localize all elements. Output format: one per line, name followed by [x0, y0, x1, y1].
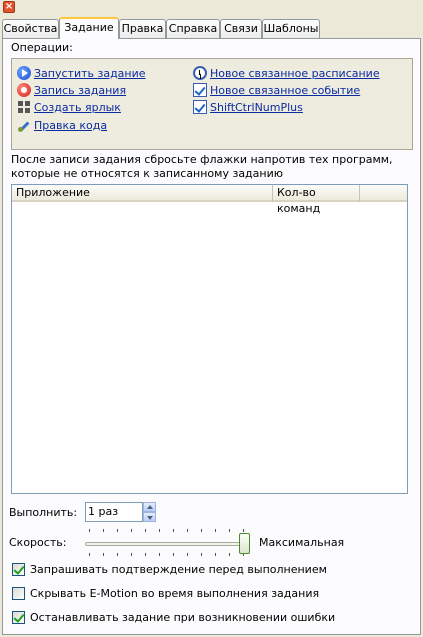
speed-label: Скорость: [9, 536, 67, 549]
create-shortcut-link[interactable]: Создать ярлык [17, 99, 121, 115]
title-bar: × [0, 0, 423, 14]
slider-tick [187, 553, 188, 556]
slider-tick [243, 529, 244, 532]
slider-tick [103, 529, 104, 532]
record-task-link[interactable]: Запись задания [17, 82, 126, 98]
hotkey-icon [193, 100, 207, 114]
stop-on-error-checkbox[interactable] [12, 611, 25, 624]
task-panel: Операции: Запустить задание Запись задан… [2, 38, 421, 635]
slider-tick [131, 553, 132, 556]
slider-tick [159, 529, 160, 532]
spin-down-icon[interactable] [143, 512, 156, 522]
new-schedule-link[interactable]: Новое связанное расписание [193, 65, 380, 81]
tab-edit[interactable]: Правка [119, 19, 166, 38]
slider-tick [145, 553, 146, 556]
stop-on-error-label[interactable]: Останавливать задание при возникновении … [30, 611, 335, 624]
slider-tick [173, 529, 174, 532]
tab-task[interactable]: Задание [59, 17, 119, 39]
tab-links[interactable]: Связи [220, 19, 262, 38]
slider-tick [201, 529, 202, 532]
spin-up-icon[interactable] [143, 502, 156, 512]
record-task-label: Запись задания [34, 83, 127, 97]
slider-tick [187, 529, 188, 532]
speed-slider-track[interactable] [85, 542, 249, 546]
tab-templates[interactable]: Шаблоны [262, 19, 320, 38]
confirm-before-run-label[interactable]: Запрашивать подтверждение перед выполнен… [30, 563, 327, 576]
execute-spinner [143, 502, 156, 522]
close-icon[interactable]: × [3, 1, 15, 13]
applications-list[interactable]: Приложение Кол-во команд [11, 184, 408, 494]
play-icon [17, 66, 31, 80]
speed-slider-thumb[interactable] [239, 533, 250, 554]
operations-label: Операции: [11, 41, 73, 54]
operations-box: Запустить задание Запись задания Создать… [11, 58, 413, 150]
hotkey-label: ShiftCtrlNumPlus [210, 100, 303, 114]
slider-tick [117, 553, 118, 556]
create-shortcut-label: Создать ярлык [34, 100, 121, 114]
hide-emotion-label[interactable]: Скрывать E-Motion во время выполнения за… [30, 587, 319, 600]
slider-tick [201, 553, 202, 556]
slider-tick [215, 553, 216, 556]
confirm-before-run-checkbox[interactable] [12, 563, 25, 576]
slider-tick [89, 553, 90, 556]
slider-tick [229, 529, 230, 532]
new-schedule-label: Новое связанное расписание [210, 66, 380, 80]
slider-tick [131, 529, 132, 532]
edit-code-label: Правка кода [34, 118, 108, 132]
edit-code-icon [17, 118, 31, 132]
slider-tick [215, 529, 216, 532]
edit-code-link[interactable]: Правка кода [17, 117, 107, 133]
record-icon [17, 83, 31, 97]
schedule-icon [193, 66, 207, 80]
notice-line-2: которые не относятся к записанному задан… [11, 167, 284, 180]
slider-tick [145, 529, 146, 532]
hide-emotion-checkbox[interactable] [12, 587, 25, 600]
slider-tick [117, 529, 118, 532]
column-command-count[interactable]: Кол-во команд [273, 185, 360, 215]
slider-tick [229, 553, 230, 556]
list-header: Приложение Кол-во команд [12, 185, 407, 215]
event-icon [193, 83, 207, 97]
slider-tick [103, 553, 104, 556]
run-task-link[interactable]: Запустить задание [17, 65, 146, 81]
slider-tick [159, 553, 160, 556]
shortcut-icon [17, 100, 31, 114]
column-application[interactable]: Приложение [12, 185, 273, 202]
execute-count-input[interactable]: 1 раз [85, 502, 143, 522]
new-event-label: Новое связанное событие [210, 83, 361, 97]
new-event-link[interactable]: Новое связанное событие [193, 82, 360, 98]
tab-properties[interactable]: Свойства [2, 19, 59, 38]
notice-line-1: После записи задания сбросьте флажки нап… [11, 153, 393, 166]
tab-help[interactable]: Справка [166, 19, 220, 38]
slider-tick [173, 553, 174, 556]
run-task-label: Запустить задание [34, 66, 146, 80]
hotkey-link[interactable]: ShiftCtrlNumPlus [193, 99, 303, 115]
slider-tick [89, 529, 90, 532]
speed-value-label: Максимальная [259, 536, 345, 549]
execute-label: Выполнить: [9, 506, 78, 519]
tab-strip: Свойства Задание Правка Справка Связи Ша… [2, 17, 423, 39]
